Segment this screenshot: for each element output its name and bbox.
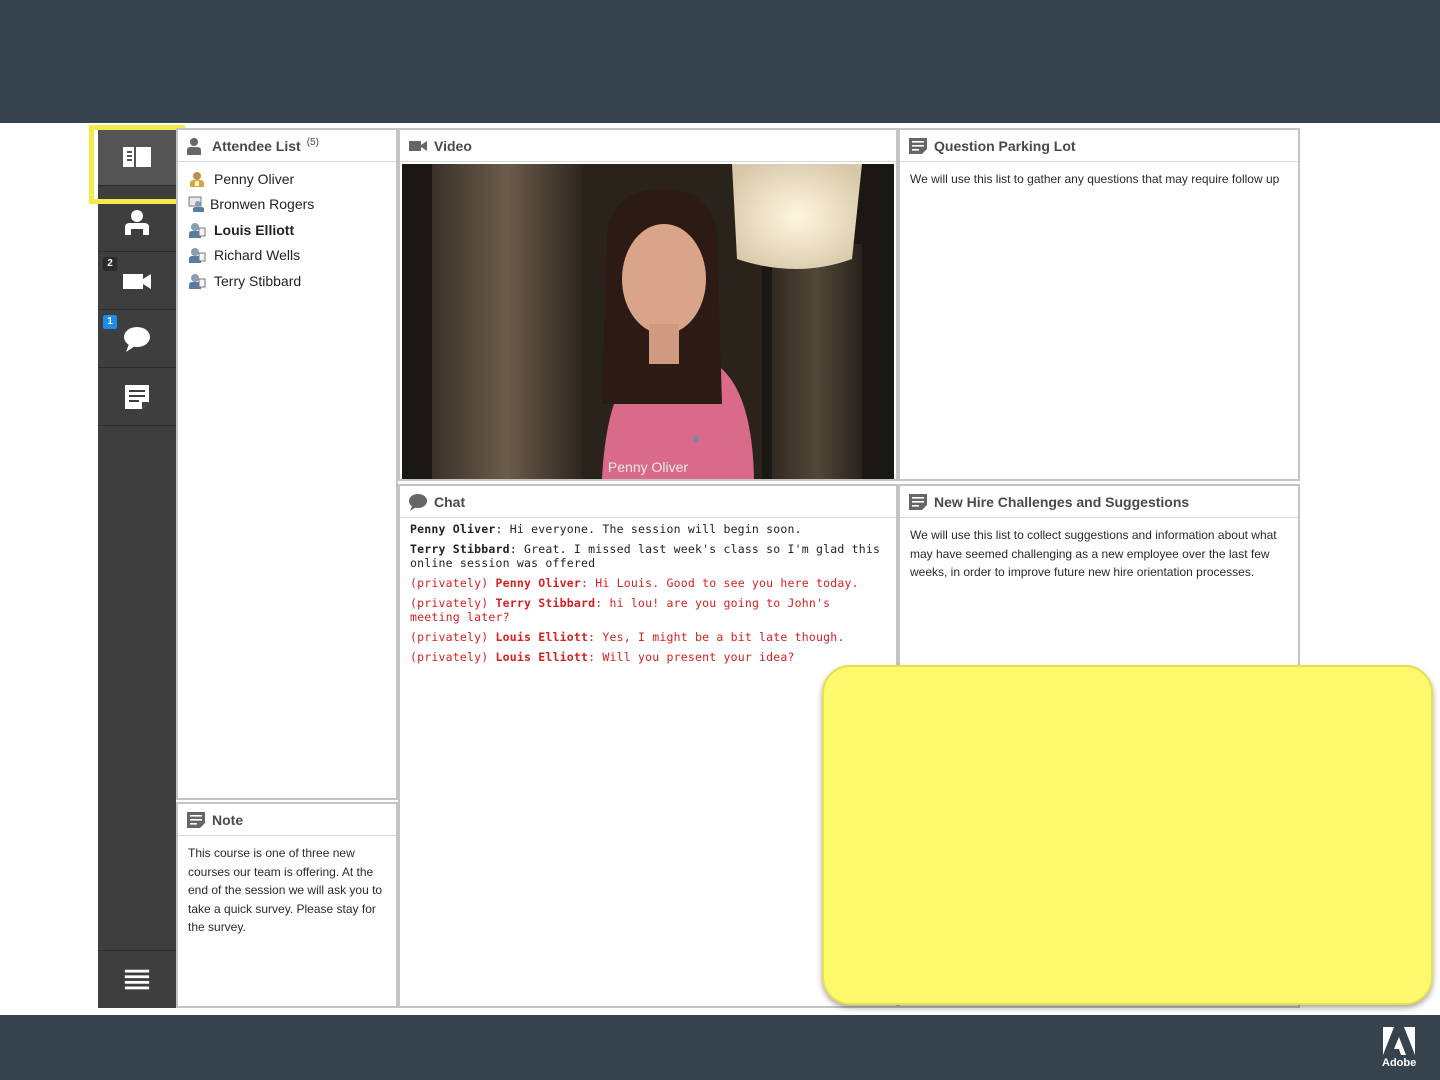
layouts-button[interactable] bbox=[98, 128, 176, 186]
chat-message: (privately) Louis Elliott: Will you pres… bbox=[400, 650, 896, 664]
webcam-image bbox=[402, 164, 894, 479]
chat-private-tag: (privately) bbox=[410, 630, 496, 644]
attendee-list-title: Attendee List bbox=[212, 137, 301, 154]
attendee-row[interactable]: Richard Wells bbox=[178, 243, 396, 269]
participant-icon bbox=[189, 273, 206, 289]
challenges-title: New Hire Challenges and Suggestions bbox=[934, 493, 1190, 510]
challenges-header: New Hire Challenges and Suggestions bbox=[900, 486, 1298, 518]
chat-message: (privately) Penny Oliver: Hi Louis. Good… bbox=[400, 576, 896, 590]
attendee-icon bbox=[187, 137, 201, 155]
parking-title: Question Parking Lot bbox=[934, 137, 1076, 154]
video-button[interactable]: 2 bbox=[98, 252, 176, 310]
slide-bottom-band bbox=[0, 1015, 1440, 1080]
attendee-list-pod: Attendee List (5) Penny Oliver Bronwen R… bbox=[176, 128, 398, 800]
note-icon bbox=[187, 811, 205, 828]
note-icon bbox=[909, 137, 927, 154]
participant-icon bbox=[189, 222, 206, 238]
attendee-list: Penny Oliver Bronwen Rogers Louis Elliot… bbox=[178, 162, 396, 294]
chat-text: : Yes, I might be a bit late though. bbox=[588, 630, 845, 644]
camera-icon bbox=[123, 273, 151, 289]
host-icon bbox=[190, 171, 204, 187]
chat-sender: Penny Oliver bbox=[410, 522, 496, 536]
chat-icon bbox=[409, 493, 427, 511]
chat-sender: Terry Stibbard bbox=[495, 596, 596, 610]
video-caption: Penny Oliver bbox=[607, 459, 689, 475]
chat-header: Chat bbox=[400, 486, 896, 518]
presenter-icon bbox=[188, 196, 204, 213]
note-icon bbox=[125, 384, 149, 409]
chat-title: Chat bbox=[434, 493, 466, 510]
attendee-name: Louis Elliott bbox=[214, 221, 295, 238]
chat-badge: 1 bbox=[103, 315, 117, 329]
challenges-body: We will use this list to collect suggest… bbox=[910, 528, 1277, 579]
attendee-name: Richard Wells bbox=[214, 247, 301, 264]
attendee-list-header: Attendee List (5) bbox=[178, 130, 396, 162]
adobe-logo-text: Adobe bbox=[1382, 1057, 1417, 1069]
layout-icon bbox=[123, 146, 151, 167]
video-pod: Video Penny Oliver bbox=[398, 128, 898, 481]
attendee-count: (5) bbox=[306, 137, 319, 148]
note-pod: Note This course is one of three new cou… bbox=[176, 802, 398, 1008]
menu-button[interactable] bbox=[98, 950, 176, 1008]
webcam-feed: Penny Oliver bbox=[402, 164, 894, 479]
video-title: Video bbox=[434, 137, 472, 154]
attendee-name: Penny Oliver bbox=[214, 170, 295, 187]
chat-message: Penny Oliver: Hi everyone. The session w… bbox=[400, 522, 896, 536]
attendee-row[interactable]: Louis Elliott bbox=[178, 217, 396, 243]
chat-private-tag: (privately) bbox=[410, 576, 496, 590]
attendee-row[interactable]: Bronwen Rogers bbox=[178, 192, 396, 218]
note-body: This course is one of three new courses … bbox=[188, 846, 383, 934]
chat-text: : Hi Louis. Good to see you here today. bbox=[580, 576, 859, 590]
chat-message: Terry Stibbard: Great. I missed last wee… bbox=[400, 542, 896, 570]
chat-text: : Will you present your idea? bbox=[588, 650, 795, 664]
attendee-row[interactable]: Penny Oliver bbox=[178, 166, 396, 192]
chat-icon bbox=[124, 326, 150, 352]
chat-private-tag: (privately) bbox=[410, 596, 496, 610]
adobe-logo: Adobe bbox=[1382, 1027, 1416, 1071]
video-badge: 2 bbox=[103, 257, 117, 271]
question-parking-lot-pod: Question Parking Lot We will use this li… bbox=[898, 128, 1300, 481]
callout-sticky-note bbox=[822, 665, 1433, 1005]
attendees-button[interactable] bbox=[98, 194, 176, 252]
note-header: Note bbox=[178, 804, 396, 836]
video-header: Video bbox=[400, 130, 896, 162]
slide-top-band bbox=[0, 0, 1440, 123]
layout-rail: 2 1 bbox=[98, 128, 176, 1008]
attendee-name: Terry Stibbard bbox=[214, 272, 302, 289]
notes-button[interactable] bbox=[98, 368, 176, 426]
note-icon bbox=[909, 493, 927, 510]
note-title: Note bbox=[212, 811, 244, 828]
chat-message: (privately) Terry Stibbard: hi lou! are … bbox=[400, 596, 896, 624]
chat-sender: Louis Elliott bbox=[495, 650, 589, 664]
attendee-icon bbox=[125, 209, 149, 235]
attendee-name: Bronwen Rogers bbox=[210, 196, 315, 213]
participant-icon bbox=[189, 248, 206, 264]
chat-private-tag: (privately) bbox=[410, 650, 496, 664]
attendee-row[interactable]: Terry Stibbard bbox=[178, 268, 396, 294]
chat-messages: Penny Oliver: Hi everyone. The session w… bbox=[400, 518, 896, 664]
chat-message: (privately) Louis Elliott: Yes, I might … bbox=[400, 630, 896, 644]
parking-header: Question Parking Lot bbox=[900, 130, 1298, 162]
menu-icon bbox=[124, 969, 150, 989]
camera-icon bbox=[409, 140, 427, 151]
adobe-logo-mark bbox=[1383, 1027, 1415, 1055]
chat-button[interactable]: 1 bbox=[98, 310, 176, 368]
chat-sender: Louis Elliott bbox=[495, 630, 589, 644]
parking-body: We will use this list to gather any ques… bbox=[910, 172, 1280, 186]
chat-sender: Terry Stibbard bbox=[410, 542, 510, 556]
chat-text: : Hi everyone. The session will begin so… bbox=[495, 522, 802, 536]
chat-sender: Penny Oliver bbox=[495, 576, 581, 590]
